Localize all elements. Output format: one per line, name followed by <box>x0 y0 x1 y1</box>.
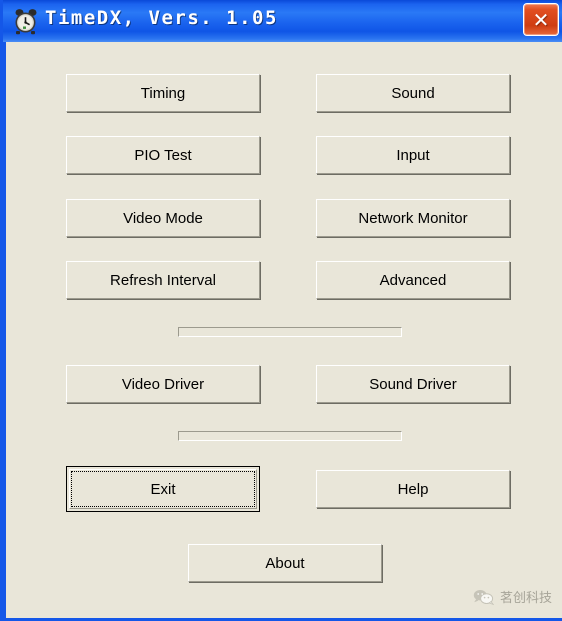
button-label: Sound Driver <box>369 375 457 393</box>
button-label: PIO Test <box>134 146 192 164</box>
advanced-button[interactable]: Advanced <box>316 261 510 299</box>
network-monitor-button[interactable]: Network Monitor <box>316 199 510 237</box>
client-area: Timing Sound PIO Test Input Video Mode Networ… <box>6 42 562 618</box>
watermark: 茗创科技 <box>472 587 552 606</box>
button-label: Timing <box>140 84 186 102</box>
refresh-interval-button[interactable]: Refresh Interval <box>66 261 260 299</box>
video-driver-button[interactable]: Video Driver <box>66 365 260 403</box>
close-icon[interactable]: ✕ <box>523 3 559 36</box>
button-label: Refresh Interval <box>110 271 216 289</box>
button-label: Video Driver <box>121 375 205 393</box>
separator-lower <box>178 431 402 441</box>
timing-button[interactable]: Timing <box>66 74 260 112</box>
exit-button[interactable]: Exit <box>66 466 260 512</box>
button-label: About <box>265 554 305 572</box>
sound-driver-button[interactable]: Sound Driver <box>316 365 510 403</box>
button-label: Help <box>397 480 429 498</box>
watermark-label: 茗创科技 <box>499 591 552 606</box>
exit-button-face: Exit <box>69 469 257 509</box>
alarm-clock-icon <box>11 6 41 36</box>
button-label: Advanced <box>379 271 447 289</box>
title-bar[interactable]: TimeDX, Vers. 1.05 ✕ <box>3 0 562 42</box>
pio-test-button[interactable]: PIO Test <box>66 136 260 174</box>
window-title: TimeDX, Vers. 1.05 <box>45 7 278 29</box>
video-mode-button[interactable]: Video Mode <box>66 199 260 237</box>
input-button[interactable]: Input <box>316 136 510 174</box>
button-label: Exit <box>150 480 176 498</box>
button-label: Input <box>396 146 430 164</box>
help-button[interactable]: Help <box>316 470 510 508</box>
button-label: Network Monitor <box>358 209 468 227</box>
timedx-window: TimeDX, Vers. 1.05 ✕ Timing Sound PIO Test… <box>0 0 562 621</box>
button-label: Sound <box>391 84 435 102</box>
about-button[interactable]: About <box>188 544 382 582</box>
separator-upper <box>178 327 402 337</box>
wechat-bubbles-icon <box>472 588 495 606</box>
button-label: Video Mode <box>123 209 203 227</box>
close-glyph: ✕ <box>532 7 550 32</box>
sound-button[interactable]: Sound <box>316 74 510 112</box>
